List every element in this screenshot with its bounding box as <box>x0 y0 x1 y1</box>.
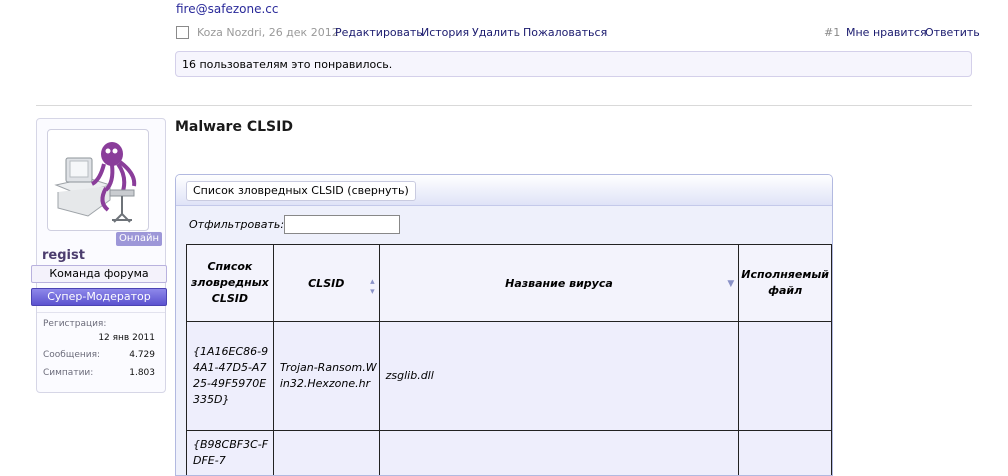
user-avatar[interactable] <box>47 129 149 231</box>
clsid-table: Список зловредных CLSID CLSID ▴▾ Названи… <box>186 244 832 476</box>
likes-summary-box: 16 пользователям это понравилось. <box>175 51 972 77</box>
filter-label: Отфильтровать: <box>189 218 284 231</box>
post-divider <box>36 105 972 106</box>
likes-summary-text[interactable]: 16 пользователям это понравилось. <box>182 58 392 71</box>
cell-list-clsid: {B98CBF3C-FDFE-7 <box>187 431 274 476</box>
cell-executable <box>739 431 832 476</box>
registration-label: Регистрация: <box>43 319 155 329</box>
header-list-clsid[interactable]: Список зловредных CLSID <box>187 245 274 322</box>
table-row: {1A16EC86-94A1-47D5-A725-49F5970E335D} T… <box>187 322 832 431</box>
cell-virus-name: zsglib.dll <box>379 322 739 431</box>
delete-link[interactable]: Удалить <box>472 26 520 39</box>
cell-list-clsid: {1A16EC86-94A1-47D5-A725-49F5970E335D} <box>187 322 274 431</box>
registration-value: 12 янв 2011 <box>98 333 155 343</box>
filter-input[interactable] <box>284 215 400 234</box>
header-list-clsid-label: Список зловредных CLSID <box>187 259 273 307</box>
sort-desc-icon: ▼ <box>727 279 734 289</box>
username-link[interactable]: regist <box>42 248 85 263</box>
like-button[interactable]: Мне нравится <box>846 26 927 39</box>
header-executable-label: Исполняемый файл <box>739 267 831 299</box>
spoiler-header: Список зловредных CLSID (свернуть) <box>176 175 832 206</box>
edit-link[interactable]: Редактировать <box>335 26 423 39</box>
role-title-badge: Супер-Модератор <box>31 288 167 306</box>
likes-value: 1.803 <box>129 368 155 378</box>
user-stats: Регистрация: 12 янв 2011 Сообщения: 4.72… <box>37 312 165 313</box>
online-status-badge: Онлайн <box>116 232 162 246</box>
header-executable[interactable]: Исполняемый файл <box>739 245 832 322</box>
post-title: Malware CLSID <box>175 119 293 135</box>
cell-virus-name <box>379 431 739 476</box>
header-clsid-label: CLSID <box>308 277 344 290</box>
user-info-panel: Онлайн regist Команда форума Супер-Модер… <box>36 118 166 393</box>
messages-row: Сообщения: 4.729 <box>43 350 155 360</box>
header-virus-name-label: Название вируса <box>505 277 613 290</box>
likes-row: Симпатии: 1.803 <box>43 368 155 378</box>
messages-label: Сообщения: <box>43 350 100 360</box>
likes-label: Симпатии: <box>43 368 93 378</box>
team-title-badge: Команда форума <box>31 265 167 283</box>
octopus-at-computer-icon <box>48 130 148 230</box>
select-post-checkbox[interactable] <box>176 26 189 39</box>
history-link[interactable]: История <box>421 26 469 39</box>
post-number[interactable]: #1 <box>824 26 840 39</box>
sort-both-icon: ▴▾ <box>370 277 375 297</box>
user-email-link[interactable]: fire@safezone.cc <box>176 2 278 16</box>
reply-button[interactable]: Ответить <box>925 26 980 39</box>
spoiler-toggle-button[interactable]: Список зловредных CLSID (свернуть) <box>186 181 416 201</box>
report-link[interactable]: Пожаловаться <box>523 26 607 39</box>
poster-and-date: Koza Nozdri, 26 дек 2012 <box>197 26 339 39</box>
table-header-row: Список зловредных CLSID CLSID ▴▾ Названи… <box>187 245 832 322</box>
spoiler-panel: Список зловредных CLSID (свернуть) Отфил… <box>175 174 833 476</box>
cell-clsid <box>273 431 379 476</box>
table-row: {B98CBF3C-FDFE-7 <box>187 431 832 476</box>
header-clsid[interactable]: CLSID ▴▾ <box>273 245 379 322</box>
header-virus-name[interactable]: Название вируса ▼ <box>379 245 739 322</box>
messages-value[interactable]: 4.729 <box>129 350 155 360</box>
cell-clsid: Trojan-Ransom.Win32.Hexzone.hr <box>273 322 379 431</box>
cell-executable <box>739 322 832 431</box>
post-actions-bar: Koza Nozdri, 26 дек 2012 Редактировать И… <box>176 24 972 42</box>
